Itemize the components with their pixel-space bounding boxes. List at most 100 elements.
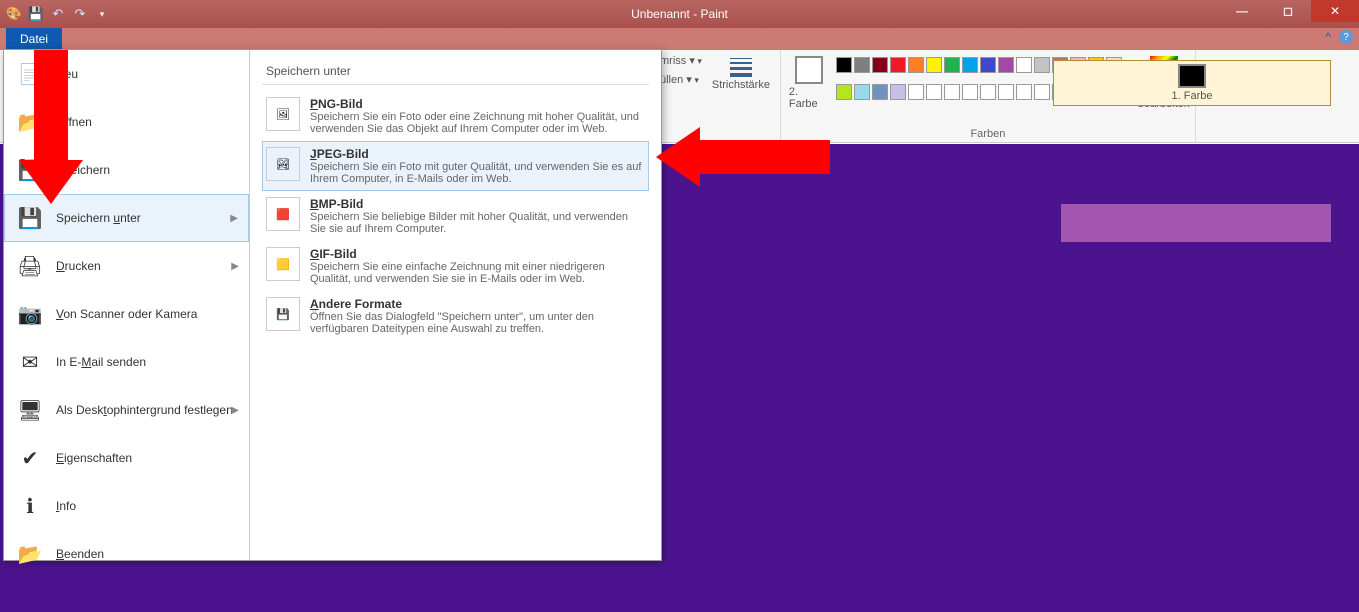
file-menu: 📄 Neu 📂Öffnen💾Speichern 💾 Speichern unter ▶ 🖨 D… <box>3 49 662 561</box>
palette-color[interactable] <box>908 57 924 73</box>
palette-color[interactable] <box>872 84 888 100</box>
menu-icon: 🖥 <box>16 396 44 424</box>
menu-label: Neu <box>56 67 78 81</box>
format-desc: Öffnen Sie das Dialogfeld "Speichern unt… <box>310 311 645 335</box>
menu-item-eigenschaften[interactable]: ✔ Eigenschaften <box>4 434 249 482</box>
menu-item-info[interactable]: ℹInfo <box>4 482 249 530</box>
file-menu-right: Speichern unter 🖼PNG-BildSpeichern Sie e… <box>250 50 661 560</box>
format-jpeg-bild[interactable]: 🏞JPEG-BildSpeichern Sie ein Foto mit gut… <box>262 141 649 191</box>
size-group: Strichstärke <box>702 50 781 142</box>
palette-color[interactable] <box>1034 57 1050 73</box>
menu-label: Speichern <box>56 163 110 177</box>
size-icon <box>730 58 752 77</box>
format-gif-bild[interactable]: 🟨GIF-BildSpeichern Sie eine einfache Zei… <box>262 241 649 291</box>
palette-color[interactable] <box>854 57 870 73</box>
outline-dropdown[interactable]: mriss ▾ <box>660 54 702 67</box>
palette-color[interactable] <box>998 84 1014 100</box>
menu-icon: ✔ <box>16 444 44 472</box>
submenu-arrow-icon: ▶ <box>230 213 238 224</box>
palette-color[interactable] <box>926 57 942 73</box>
color2-button[interactable]: 2. Farbe <box>789 52 829 110</box>
palette-color[interactable] <box>944 84 960 100</box>
menu-label: Eigenschaften <box>56 451 132 465</box>
menu-item-in-e-mail-senden[interactable]: ✉In E-Mail senden <box>4 338 249 386</box>
menu-item-drucken[interactable]: 🖨Drucken▶ <box>4 242 249 290</box>
format-icon: 💾 <box>266 297 300 331</box>
palette-color[interactable] <box>908 84 924 100</box>
system-icon[interactable]: 🎨 <box>6 6 22 22</box>
help-icon[interactable]: ? <box>1339 30 1353 44</box>
format-bmp-bild[interactable]: 🟥BMP-BildSpeichern Sie beliebige Bilder … <box>262 191 649 241</box>
menu-item-beenden[interactable]: 📂Beenden <box>4 530 249 578</box>
redo-icon[interactable]: ↷ <box>72 6 88 22</box>
menu-item-speichern-unter[interactable]: 💾Speichern unter▶ <box>4 194 249 242</box>
palette-color[interactable] <box>980 57 996 73</box>
palette-color[interactable] <box>1034 84 1050 100</box>
menu-icon: 📷 <box>16 300 44 328</box>
minimize-button[interactable]: — <box>1219 0 1265 22</box>
size-label: Strichstärke <box>712 79 770 91</box>
palette-color[interactable] <box>872 57 888 73</box>
menu-label: Speichern unter <box>56 211 141 225</box>
menu-item-als-desktophintergrund-festlegen[interactable]: 🖥 Als Desktophintergrund festlegen▶ <box>4 386 249 434</box>
color1-button[interactable]: 1. Farbe <box>1053 60 1331 106</box>
file-menu-left: 📄Neu📂Öffnen💾Speichern💾Speichern unter▶🖨D… <box>4 50 250 560</box>
menu-item-von-scanner-oder-kamera[interactable]: 📷 Von Scanner oder Kamera <box>4 290 249 338</box>
close-button[interactable]: ✕ <box>1311 0 1359 22</box>
fill-dropdown[interactable]: üllen ▾ <box>660 73 702 86</box>
window-title: Unbenannt - Paint <box>631 7 728 21</box>
menu-icon: ℹ <box>16 492 44 520</box>
menu-label: Als Desktophintergrund festlegen <box>56 403 233 417</box>
menu-label: Beenden <box>56 547 104 561</box>
palette-color[interactable] <box>854 84 870 100</box>
format-icon: 🖼 <box>266 97 300 131</box>
format-title: GIF-Bild <box>310 247 645 261</box>
submenu-arrow-icon: ▶ <box>231 405 239 416</box>
menu-label: Drucken <box>56 259 101 273</box>
palette-color[interactable] <box>836 84 852 100</box>
titlebar: 🎨 💾 ↶ ↷ ▾ Unbenannt - Paint — ◻ ✕ <box>0 0 1359 28</box>
color1-label: 1. Farbe <box>1172 90 1213 102</box>
format-desc: Speichern Sie ein Foto oder eine Zeichnu… <box>310 111 645 135</box>
save-icon[interactable]: 💾 <box>28 6 44 22</box>
palette-color[interactable] <box>998 57 1014 73</box>
palette-color[interactable] <box>1016 84 1032 100</box>
qat-dropdown-icon[interactable]: ▾ <box>94 6 110 22</box>
palette-color[interactable] <box>1016 57 1032 73</box>
selection-rect[interactable] <box>1061 204 1331 242</box>
format-title: Andere Formate <box>310 297 645 311</box>
format-png-bild[interactable]: 🖼 PNG-BildSpeichern Sie ein Foto oder ein… <box>262 91 649 141</box>
format-title: PNG-Bild <box>310 97 645 111</box>
format-desc: Speichern Sie beliebige Bilder mit hoher… <box>310 211 645 235</box>
maximize-button[interactable]: ◻ <box>1265 0 1311 22</box>
menu-label: In E-Mail senden <box>56 355 146 369</box>
menu-icon: 🖨 <box>16 252 44 280</box>
file-tab[interactable]: Datei <box>6 28 62 50</box>
palette-color[interactable] <box>944 57 960 73</box>
format-desc: Speichern Sie ein Foto mit guter Qualitä… <box>310 161 645 185</box>
palette-color[interactable] <box>890 57 906 73</box>
colors-group-label: Farben <box>970 126 1005 142</box>
palette-color[interactable] <box>926 84 942 100</box>
color2-label: 2. Farbe <box>789 86 829 110</box>
palette-color[interactable] <box>836 57 852 73</box>
menu-item--ffnen[interactable]: 📂Öffnen <box>4 98 249 146</box>
palette-color[interactable] <box>962 84 978 100</box>
colors-group: 1. Farbe 2. Farbe Palette bearbeiten Far… <box>781 50 1196 142</box>
menu-item-neu[interactable]: 📄 Neu <box>4 50 249 98</box>
menu-icon: 📂 <box>16 108 44 136</box>
palette-color[interactable] <box>962 57 978 73</box>
undo-icon[interactable]: ↶ <box>50 6 66 22</box>
format-andere-formate[interactable]: 💾 Andere FormateÖffnen Sie das Dialogfeld… <box>262 291 649 341</box>
palette-color[interactable] <box>890 84 906 100</box>
menu-item-speichern[interactable]: 💾Speichern <box>4 146 249 194</box>
format-icon: 🏞 <box>266 147 300 181</box>
menu-label: Von Scanner oder Kamera <box>56 307 197 321</box>
size-button[interactable]: Strichstärke <box>721 52 761 91</box>
quick-access-toolbar: 🎨 💾 ↶ ↷ ▾ <box>0 6 110 22</box>
save-as-heading: Speichern unter <box>262 58 649 85</box>
format-icon: 🟥 <box>266 197 300 231</box>
palette-color[interactable] <box>980 84 996 100</box>
menu-icon: 📄 <box>16 60 44 88</box>
ribbon-collapse-icon[interactable]: ^ <box>1325 30 1331 44</box>
